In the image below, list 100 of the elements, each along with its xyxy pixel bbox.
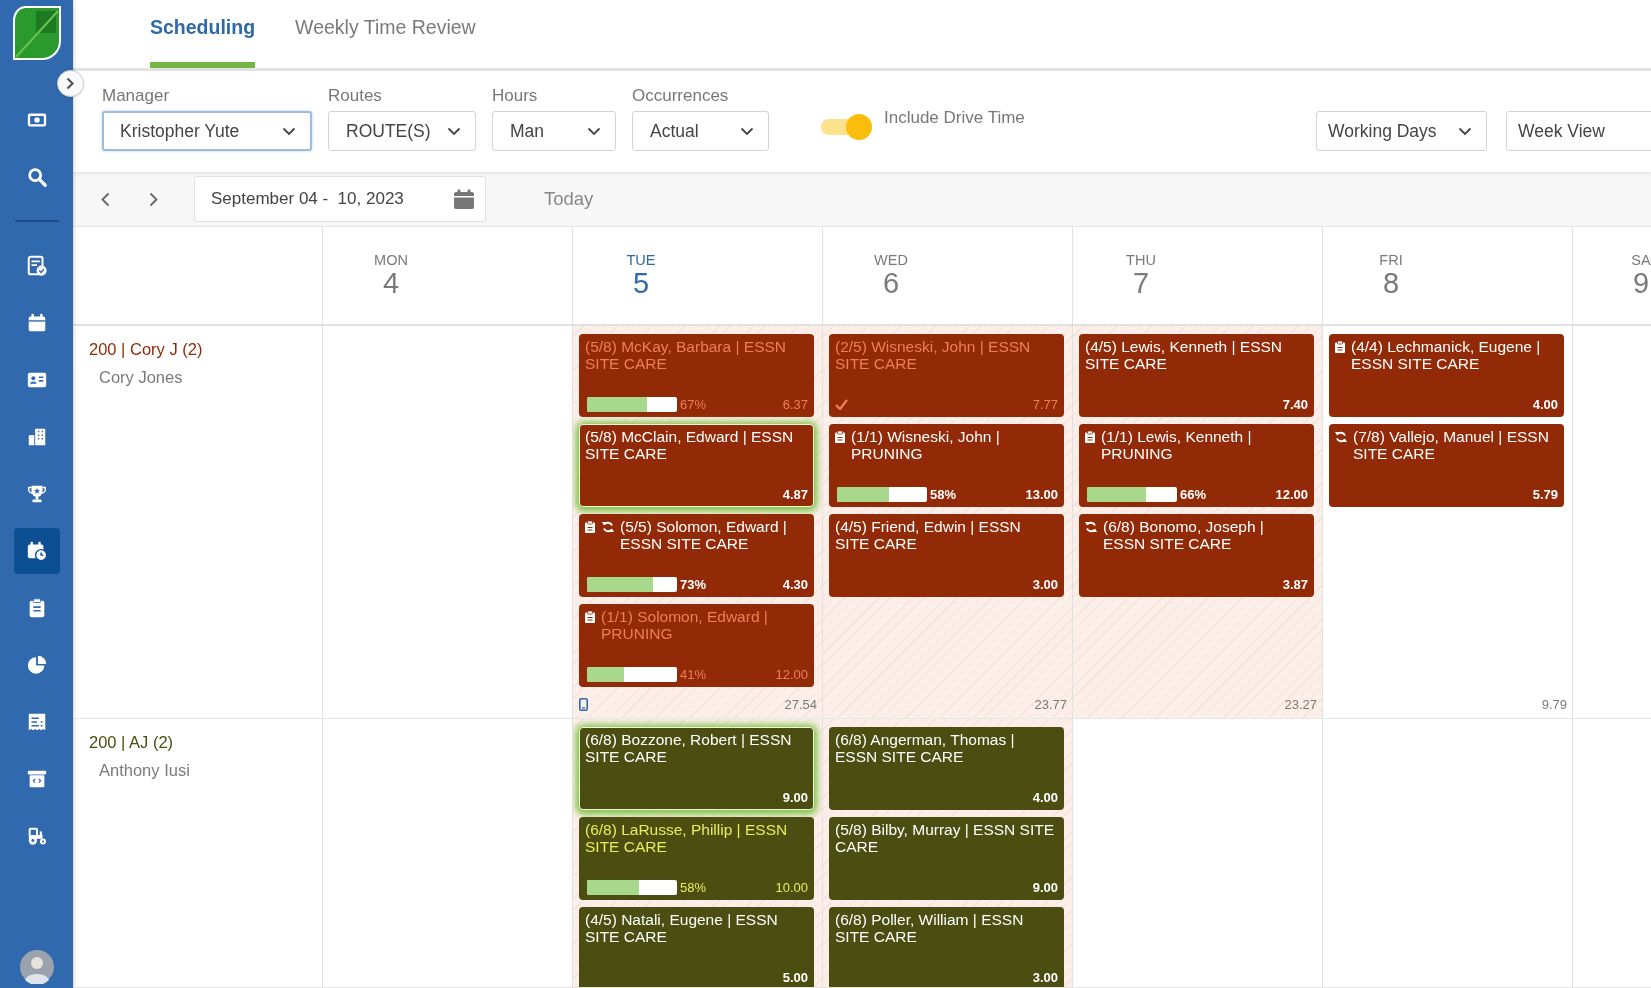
job-card[interactable]: (6/8) LaRusse, Phillip | ESSN SITE CARE 58% 10.00 — [579, 817, 814, 900]
pie-chart-icon — [25, 653, 48, 676]
job-hours: 7.40 — [1282, 396, 1308, 412]
job-card[interactable]: (4/4) Lechmanick, Eugene | ESSN SITE CARE 4.00 — [1329, 334, 1564, 417]
job-title: (1/1) Wisneski, John | PRUNING — [851, 428, 1001, 462]
job-card[interactable]: (5/8) Bilby, Murray | ESSN SITE CARE 9.00 — [829, 817, 1064, 900]
dropdown[interactable]: Actual — [632, 111, 769, 151]
day-number: 7 — [1131, 268, 1151, 298]
clipboard-icon — [1335, 341, 1345, 353]
progress-percent: 73% — [680, 576, 707, 592]
job-hours: 13.00 — [1025, 486, 1058, 502]
progress-percent: 58% — [930, 486, 957, 502]
job-card[interactable]: (6/8) Bozzone, Robert | ESSN SITE CARE 9.00 — [579, 727, 814, 810]
field-label: Manager — [102, 86, 171, 106]
day-total: 9.79 — [1541, 697, 1567, 712]
job-card[interactable]: (4/5) Friend, Edwin | ESSN SITE CARE 3.00 — [829, 514, 1064, 597]
day-number: 6 — [881, 268, 901, 298]
day-name: THU — [1125, 252, 1157, 268]
job-card[interactable]: (5/8) McClain, Edward | ESSN SITE CARE 4.87 — [579, 424, 814, 507]
job-title: (6/8) Poller, William | ESSN SITE CARE — [835, 911, 1025, 945]
day-total: 23.77 — [1034, 697, 1067, 712]
day-name: FRI — [1378, 252, 1404, 268]
job-hours: 10.00 — [775, 879, 808, 895]
chevron-right-icon — [66, 77, 75, 90]
job-title: (7/8) Vallejo, Manuel | ESSN SITE CARE — [1353, 428, 1550, 462]
progress-percent: 58% — [680, 879, 707, 895]
job-title: (5/8) Bilby, Murray | ESSN SITE CARE — [835, 821, 1056, 855]
chevron-left-icon — [100, 191, 110, 207]
job-card[interactable]: (1/1) Wisneski, John | PRUNING 58% 13.00 — [829, 424, 1064, 507]
document-check-icon — [25, 254, 48, 277]
job-card[interactable]: (5/5) Solomon, Edward | ESSN SITE CARE 73% 4.30 — [579, 514, 814, 597]
job-hours: 4.00 — [1532, 396, 1558, 412]
field-label: Hours — [492, 86, 539, 106]
chevron-down-icon — [740, 126, 754, 136]
chevron-down-icon — [282, 126, 296, 136]
chevron-down-icon — [447, 126, 461, 136]
job-hours: 12.00 — [1275, 486, 1308, 502]
job-title: (6/8) Bozzone, Robert | ESSN SITE CARE — [585, 731, 793, 765]
day-name: TUE — [625, 252, 657, 268]
job-card[interactable]: (4/5) Lewis, Kenneth | ESSN SITE CARE 7.40 — [1079, 334, 1314, 417]
job-hours: 5.00 — [782, 969, 808, 985]
refresh-icon — [1335, 431, 1347, 443]
dropdown[interactable]: Working Days — [1316, 111, 1487, 151]
job-hours: 7.77 — [1032, 396, 1058, 412]
chevron-down-icon — [1458, 126, 1472, 136]
job-title: (1/1) Solomon, Edward | PRUNING — [601, 608, 769, 642]
job-card[interactable]: (7/8) Vallejo, Manuel | ESSN SITE CARE 5.79 — [1329, 424, 1564, 507]
day-number: 9 — [1631, 268, 1651, 298]
job-card[interactable]: (1/1) Lewis, Kenneth | PRUNING 66% 12.00 — [1079, 424, 1314, 507]
clipboard-icon — [1085, 431, 1095, 443]
job-title: (6/8) Bonomo, Joseph | ESSN SITE CARE — [1103, 518, 1265, 552]
sidebar-button[interactable] — [13, 527, 60, 574]
route-label: 200 | Cory J (2) — [89, 340, 203, 359]
route-label: 200 | AJ (2) — [89, 733, 174, 752]
job-card[interactable]: (6/8) Poller, William | ESSN SITE CARE 3.00 — [829, 907, 1064, 987]
job-hours: 3.00 — [1032, 576, 1058, 592]
day-name: WED — [873, 252, 909, 268]
employee-name: Anthony Iusi — [99, 761, 190, 780]
job-title: (6/8) Angerman, Thomas | ESSN SITE CARE — [835, 731, 1016, 765]
dropdown[interactable]: ROUTE(S) — [328, 111, 476, 151]
job-card[interactable]: (6/8) Angerman, Thomas | ESSN SITE CARE 4.00 — [829, 727, 1064, 810]
search-icon — [25, 165, 48, 188]
employee-name: Cory Jones — [99, 368, 183, 387]
job-title: (5/8) McClain, Edward | ESSN SITE CARE — [585, 428, 795, 462]
day-number: 5 — [631, 268, 651, 298]
job-hours: 4.30 — [782, 576, 808, 592]
day-total: 23.27 — [1284, 697, 1317, 712]
dropdown[interactable]: Week View — [1506, 111, 1651, 151]
job-title: (1/1) Lewis, Kenneth | PRUNING — [1101, 428, 1253, 462]
day-number: 4 — [381, 268, 401, 298]
chevron-right-icon — [148, 191, 158, 207]
job-hours: 5.79 — [1532, 486, 1558, 502]
job-title: (6/8) LaRusse, Phillip | ESSN SITE CARE — [585, 821, 789, 855]
field-label: Occurrences — [632, 86, 730, 106]
tab[interactable]: Weekly Time Review — [295, 0, 476, 68]
progress-percent: 41% — [680, 666, 707, 682]
job-title: (5/8) McKay, Barbara | ESSN SITE CARE — [585, 338, 787, 372]
day-number: 8 — [1381, 268, 1401, 298]
user-avatar[interactable] — [19, 950, 54, 984]
job-hours: 3.00 — [1032, 969, 1058, 985]
day-total: 27.54 — [784, 697, 817, 712]
job-hours: 12.00 — [775, 666, 808, 682]
job-card[interactable]: (4/5) Natali, Eugene | ESSN SITE CARE 5.00 — [579, 907, 814, 987]
job-hours: 9.00 — [782, 789, 808, 805]
dropdown[interactable]: Kristopher Yute — [102, 111, 312, 151]
dropdown[interactable]: Man — [492, 111, 616, 151]
refresh-icon — [1085, 521, 1097, 533]
chevron-down-icon — [587, 126, 601, 136]
progress-percent: 67% — [680, 396, 707, 412]
clipboard-icon — [585, 521, 595, 533]
job-hours: 6.37 — [782, 396, 808, 412]
app-logo — [11, 5, 62, 61]
job-card[interactable]: (6/8) Bonomo, Joseph | ESSN SITE CARE 3.87 — [1079, 514, 1314, 597]
refresh-icon — [602, 521, 614, 533]
job-hours: 3.87 — [1282, 576, 1308, 592]
clipboard-icon — [585, 611, 595, 623]
date-range-field[interactable]: September 04 - 10, 2023 — [194, 176, 486, 222]
toggle-switch[interactable] — [821, 114, 872, 140]
day-name: MON — [373, 252, 409, 268]
job-title: (4/5) Lewis, Kenneth | ESSN SITE CARE — [1085, 338, 1283, 372]
